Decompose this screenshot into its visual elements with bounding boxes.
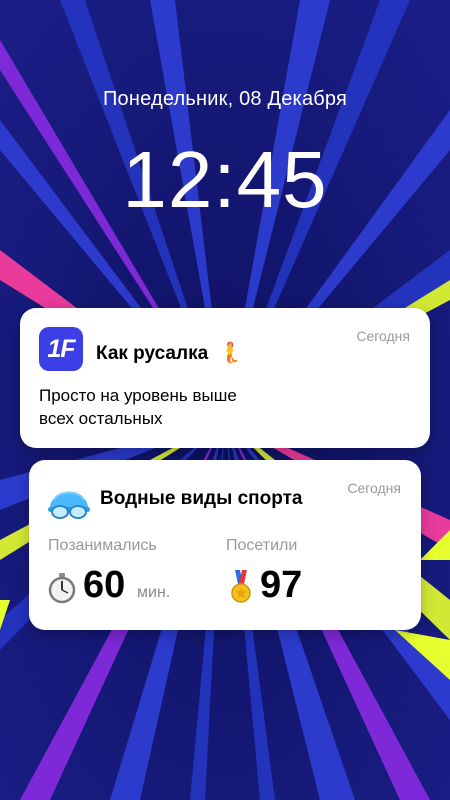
swim-cap-icon [48, 491, 90, 519]
notification-time: Сегодня [347, 480, 401, 496]
mermaid-icon: 🧜 [217, 342, 243, 364]
notification-title: Водные виды спорта [100, 488, 303, 509]
stat-label-trained: Позанимались [48, 537, 157, 554]
stat-value-visited: 97 [260, 564, 303, 606]
lockscreen-date: Понедельник, 08 Декабря [102, 88, 348, 110]
notification-title: Как русалка 🧜 [96, 342, 243, 364]
notification-body: Просто на уровень выше всех остальных [39, 386, 237, 428]
notification-time: Сегодня [356, 328, 410, 344]
notification-card-mermaid[interactable]: 1F Как русалка 🧜 Сегодня Просто на урове… [20, 308, 430, 448]
stat-unit-minutes: мин. [137, 584, 171, 601]
medal-icon [231, 570, 251, 603]
stopwatch-icon [48, 573, 76, 604]
notification-card-water-sports[interactable]: Водные виды спорта Сегодня Позанимались … [29, 460, 421, 630]
stat-value-minutes: 60 [83, 564, 126, 606]
app-icon: 1F [39, 327, 83, 371]
stat-label-visited: Посетили [226, 537, 298, 554]
lockscreen-time: 12:45 [122, 135, 328, 224]
